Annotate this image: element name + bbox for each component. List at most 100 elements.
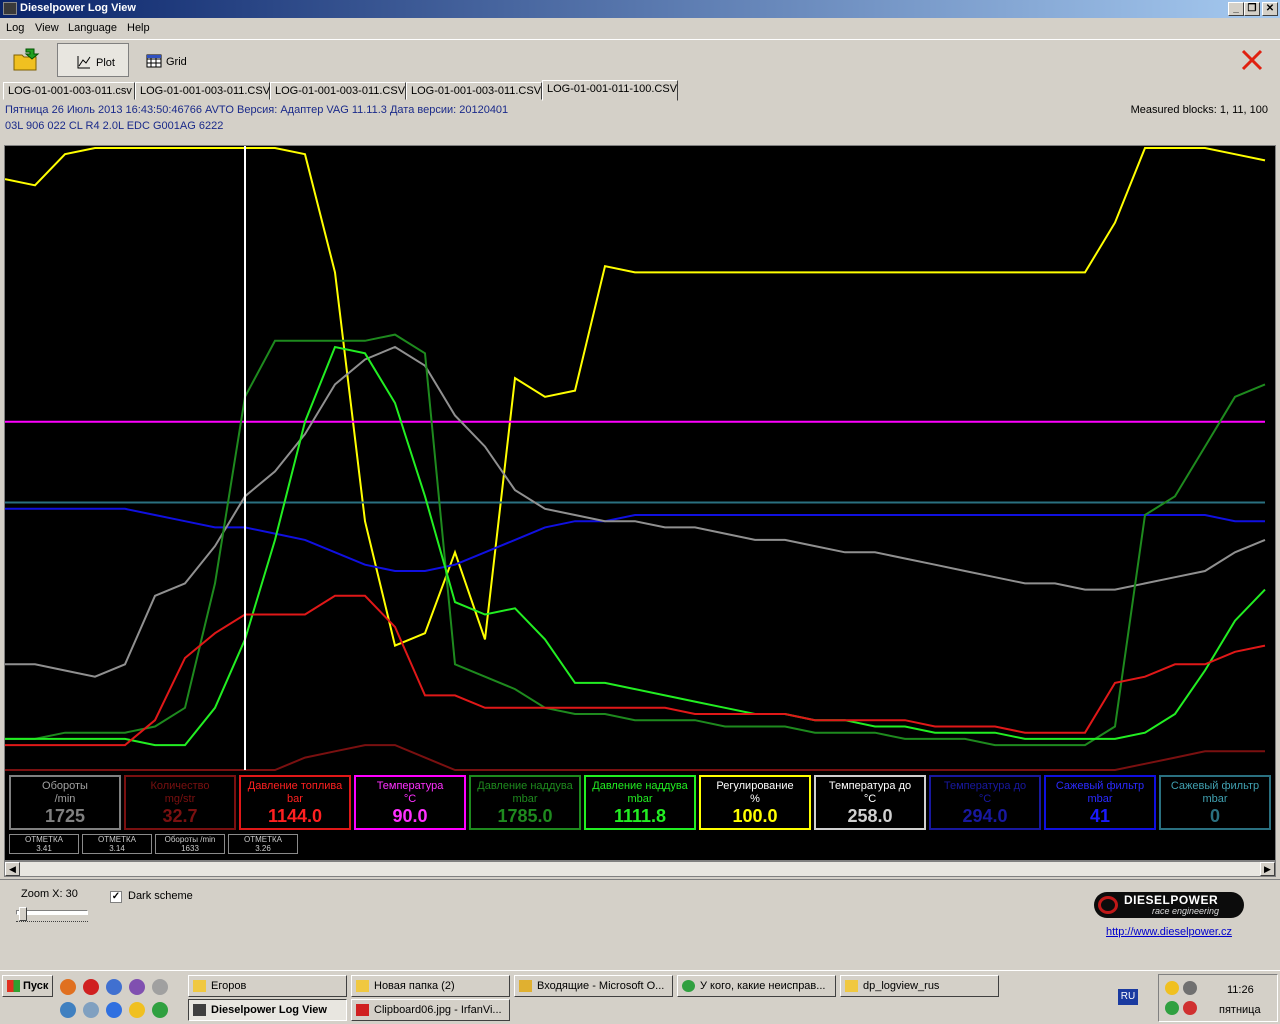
turbo-icon [1098,896,1118,914]
mark-title: ОТМЕТКА [244,835,282,844]
close-log-button[interactable] [1240,48,1264,72]
zoom-thumb[interactable] [19,907,28,921]
zoom-ticks [16,921,88,925]
mail-icon [519,980,532,992]
gauge-unit: mbar [1087,793,1113,805]
mark-box-3[interactable]: ОТМЕТКА 3.26 [228,834,298,854]
log-chart[interactable] [5,146,1275,860]
ie-icon[interactable] [106,979,122,995]
skype-icon[interactable] [106,1002,122,1018]
horizontal-scrollbar[interactable]: ◀ ▶ [4,861,1276,877]
task-egorov[interactable]: Егоров [188,975,347,997]
scroll-right-button[interactable]: ▶ [1260,862,1275,876]
zoom-label: Zoom X: 30 [21,888,78,900]
task-irfanview[interactable]: Clipboard06.jpg - IrfanVi... [351,999,510,1021]
firefox-icon[interactable] [60,979,76,995]
task-label: Clipboard06.jpg - IrfanVi... [374,1004,502,1016]
menu-view[interactable]: View [35,22,59,34]
quicklaunch-icon[interactable] [152,979,168,995]
minimize-button[interactable]: _ [1228,2,1244,16]
task-label: Входящие - Microsoft O... [537,980,665,992]
start-button[interactable]: Пуск [2,975,53,997]
tab-file-1[interactable]: LOG-01-001-003-011.csv [3,82,135,100]
gauge-name: Количество [150,780,210,792]
language-indicator[interactable]: RU [1118,989,1138,1005]
system-tray: 11:26 пятница [1158,974,1278,1022]
chrome-icon [682,980,695,992]
menu-help[interactable]: Help [127,22,150,34]
task-label: Новая папка (2) [374,980,455,992]
tab-file-5[interactable]: LOG-01-001-011-100.CSV [542,80,678,101]
grid-button[interactable]: Grid [140,43,200,77]
task-dp-logview[interactable]: dp_logview_rus [840,975,999,997]
bottom-panel: Zoom X: 30 ✓ Dark scheme DIESELPOWER rac… [0,879,1280,969]
logo-sub-text: race engineering [1152,906,1220,916]
close-window-button[interactable]: ✕ [1262,2,1278,16]
gauge-value: 294.0 [962,806,1008,826]
open-log-button[interactable] [6,43,46,77]
calculator-icon[interactable] [83,1002,99,1018]
tab-file-2[interactable]: LOG-01-001-003-011.CSV [135,82,270,100]
gauge-value: 1144.0 [267,806,323,826]
website-link[interactable]: http://www.dieselpower.cz [1106,926,1232,938]
tab-file-4[interactable]: LOG-01-001-003-011.CSV [406,82,542,100]
tray-status-icon[interactable] [1165,1001,1179,1015]
tab-file-3[interactable]: LOG-01-001-003-011.CSV [270,82,406,100]
opera-icon[interactable] [83,979,99,995]
dark-scheme-checkbox[interactable]: ✓ [110,891,122,903]
scroll-left-button[interactable]: ◀ [5,862,20,876]
mark-value: 3.26 [255,844,271,853]
gauge-unit: °C [403,793,417,805]
volume-icon[interactable] [1183,981,1197,995]
task-label: У кого, какие неисправ... [700,980,826,992]
gauge-unit: % [750,793,760,805]
menu-language[interactable]: Language [68,22,117,34]
mark-box-0[interactable]: ОТМЕТКА 3.41 [9,834,79,854]
file-tabs: LOG-01-001-003-011.csv LOG-01-001-003-01… [0,80,1280,101]
plot-area[interactable]: Обороты/min 1725 Количество mg/str 32.7 Давле… [4,145,1276,861]
clock-time[interactable]: 11:26 [1227,984,1254,996]
windows-icon [7,980,20,992]
gauge-unit: mbar [512,793,538,805]
mark-box-1[interactable]: ОТМЕТКА 3.14 [82,834,152,854]
task-outlook[interactable]: Входящие - Microsoft O... [514,975,673,997]
tray-mail-icon[interactable] [1165,981,1179,995]
mark-title: ОТМЕТКА [25,835,63,844]
network-icon[interactable] [60,1002,76,1018]
gauge-1: Количество mg/str 32.7 [124,775,236,830]
gauge-value: 1111.8 [613,806,667,826]
mark-value: 3.41 [36,844,52,853]
zoom-slider[interactable] [16,907,88,925]
mark-title: ОТМЕТКА [98,835,136,844]
tray-alert-icon[interactable] [1183,1001,1197,1015]
gauge-unit: bar [287,793,303,805]
plot-button[interactable]: Plot [57,43,129,77]
qip-icon[interactable] [129,979,145,995]
toolbar: Plot Grid [0,39,1280,79]
gauge-6: Регулирование% 100.0 [699,775,811,830]
gauge-name: Давление топлива [247,780,343,792]
folder-icon [845,980,858,992]
task-new-folder[interactable]: Новая папка (2) [351,975,510,997]
gauge-value: 90.0 [392,806,428,826]
task-label: dp_logview_rus [863,980,940,992]
gauge-value: 41 [1089,806,1111,826]
gauge-value: 1725 [44,806,86,826]
gauge-3: Температура °C 90.0 [354,775,466,830]
chrome-icon[interactable] [152,1002,168,1018]
maximize-button[interactable]: ❐ [1244,2,1260,16]
menu-log[interactable]: Log [6,22,24,34]
gauge-0: Обороты/min 1725 [9,775,121,830]
mail-icon[interactable] [129,1002,145,1018]
ecu-identification: 03L 906 022 CL R4 2.0L EDC G001AG 6222 [5,120,224,132]
task-label: Егоров [211,980,247,992]
mark-box-2[interactable]: Обороты /min 1633 [155,834,225,854]
gauge-name: Сажевый фильтр [1055,780,1145,792]
clock-day: пятница [1219,1004,1261,1016]
series-line-5 [5,333,1266,747]
task-chrome[interactable]: У кого, какие неисправ... [677,975,836,997]
task-dieselpower[interactable]: Dieselpower Log View [188,999,347,1021]
dieselpower-logo: DIESELPOWER race engineering [1094,892,1244,918]
gauge-name: Сажевый фильтр [1170,780,1260,792]
gauge-value: 0 [1209,806,1220,826]
